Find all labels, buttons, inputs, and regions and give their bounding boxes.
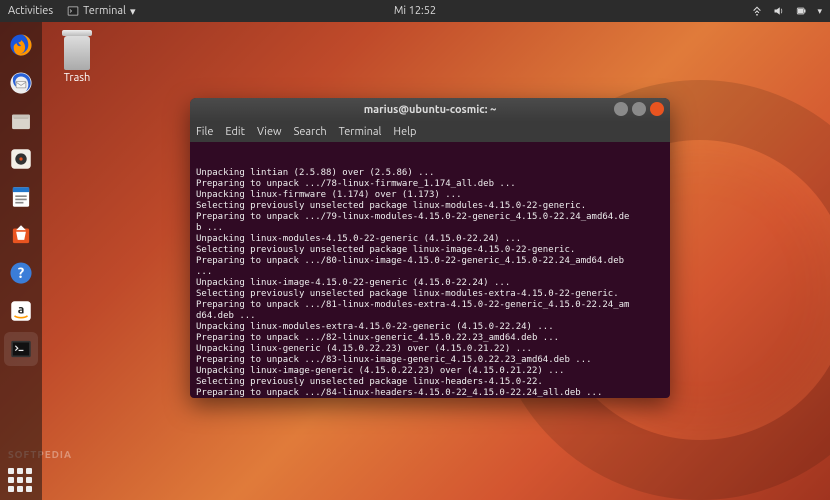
dock-help[interactable]: ? (4, 256, 38, 290)
trash-label: Trash (64, 72, 91, 84)
window-close-button[interactable] (650, 102, 664, 116)
dock-files[interactable] (4, 104, 38, 138)
dock-writer[interactable] (4, 180, 38, 214)
writer-icon (8, 184, 34, 210)
window-titlebar[interactable]: marius@ubuntu-cosmic: ~ (190, 98, 670, 122)
menu-file[interactable]: File (196, 126, 213, 138)
desktop-trash[interactable]: Trash (60, 30, 94, 84)
rhythmbox-icon (8, 146, 34, 172)
app-indicator-label: Terminal (83, 5, 126, 17)
activities-button[interactable]: Activities (8, 5, 53, 17)
dock-software[interactable] (4, 218, 38, 252)
terminal-line: Selecting previously unselected package … (196, 377, 664, 388)
terminal-line: Unpacking linux-firmware (1.174) over (1… (196, 190, 664, 201)
terminal-menubar: File Edit View Search Terminal Help (190, 122, 670, 142)
menu-edit[interactable]: Edit (225, 126, 245, 138)
window-maximize-button[interactable] (632, 102, 646, 116)
terminal-output[interactable]: Unpacking lintian (2.5.88) over (2.5.86)… (190, 142, 670, 398)
terminal-window: marius@ubuntu-cosmic: ~ File Edit View S… (190, 98, 670, 398)
terminal-line: Unpacking linux-generic (4.15.0.22.23) o… (196, 344, 664, 355)
trash-icon (60, 30, 94, 70)
firefox-icon (8, 32, 34, 58)
help-icon: ? (8, 260, 34, 286)
files-icon (8, 108, 34, 134)
terminal-line: Preparing to unpack .../79-linux-modules… (196, 212, 664, 223)
dock-amazon[interactable]: a (4, 294, 38, 328)
menu-search[interactable]: Search (294, 126, 327, 138)
dock: ? a (0, 22, 42, 500)
terminal-line: Preparing to unpack .../84-linux-headers… (196, 388, 664, 398)
terminal-line: Preparing to unpack .../80-linux-image-4… (196, 256, 664, 267)
terminal-line: Selecting previously unselected package … (196, 201, 664, 212)
amazon-icon: a (8, 298, 34, 324)
terminal-line: d64.deb ... (196, 311, 664, 322)
terminal-line: Unpacking linux-modules-extra-4.15.0-22-… (196, 322, 664, 333)
terminal-line: Preparing to unpack .../78-linux-firmwar… (196, 179, 664, 190)
show-applications-button[interactable] (8, 468, 32, 492)
battery-icon[interactable] (795, 5, 807, 17)
menu-view[interactable]: View (257, 126, 282, 138)
terminal-line: Preparing to unpack .../83-linux-image-g… (196, 355, 664, 366)
terminal-line: Unpacking lintian (2.5.88) over (2.5.86)… (196, 168, 664, 179)
menu-terminal[interactable]: Terminal (339, 126, 382, 138)
terminal-icon (67, 5, 79, 17)
network-icon[interactable] (751, 5, 763, 17)
terminal-line: Unpacking linux-image-4.15.0-22-generic … (196, 278, 664, 289)
software-icon (8, 222, 34, 248)
terminal-line: Preparing to unpack .../81-linux-modules… (196, 300, 664, 311)
system-menu-chevron-icon[interactable]: ▾ (817, 6, 822, 17)
terminal-dock-icon (8, 336, 34, 362)
terminal-line: Unpacking linux-image-generic (4.15.0.22… (196, 366, 664, 377)
dock-rhythmbox[interactable] (4, 142, 38, 176)
dock-firefox[interactable] (4, 28, 38, 62)
volume-icon[interactable] (773, 5, 785, 17)
svg-text:?: ? (18, 264, 25, 281)
terminal-line: b ... (196, 223, 664, 234)
window-title: marius@ubuntu-cosmic: ~ (364, 104, 497, 116)
terminal-line: Unpacking linux-modules-4.15.0-22-generi… (196, 234, 664, 245)
clock[interactable]: Mi 12:52 (394, 5, 436, 17)
terminal-line: ... (196, 267, 664, 278)
app-indicator[interactable]: Terminal ▾ (67, 5, 135, 18)
dock-thunderbird[interactable] (4, 66, 38, 100)
terminal-line: Selecting previously unselected package … (196, 289, 664, 300)
top-panel: Activities Terminal ▾ Mi 12:52 ▾ (0, 0, 830, 22)
svg-text:a: a (18, 303, 25, 316)
dock-terminal[interactable] (4, 332, 38, 366)
window-minimize-button[interactable] (614, 102, 628, 116)
terminal-line: Preparing to unpack .../82-linux-generic… (196, 333, 664, 344)
thunderbird-icon (8, 70, 34, 96)
terminal-line: Selecting previously unselected package … (196, 245, 664, 256)
menu-help[interactable]: Help (393, 126, 416, 138)
chevron-down-icon: ▾ (130, 5, 136, 18)
